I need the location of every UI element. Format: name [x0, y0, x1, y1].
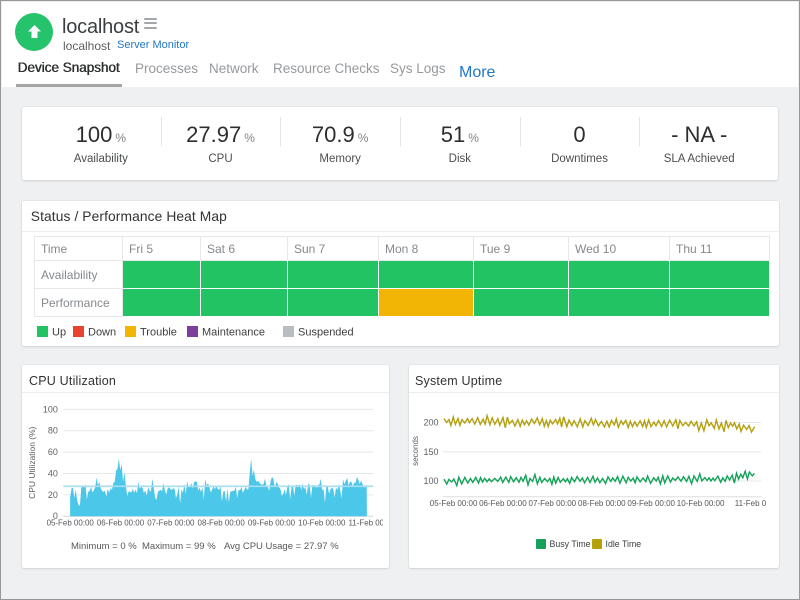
svg-text:05-Feb 00:00: 05-Feb 00:00	[430, 499, 478, 508]
svg-text:08-Feb 00:00: 08-Feb 00:00	[578, 499, 626, 508]
svg-text:11-Feb 00:00: 11-Feb 00:00	[348, 519, 383, 528]
svg-text:08-Feb 00:00: 08-Feb 00:00	[198, 519, 246, 528]
svg-text:100: 100	[423, 476, 438, 486]
svg-text:seconds: seconds	[411, 436, 420, 466]
svg-text:07-Feb 00:00: 07-Feb 00:00	[529, 499, 577, 508]
svg-text:06-Feb 00:00: 06-Feb 00:00	[97, 519, 145, 528]
svg-text:09-Feb 00:00: 09-Feb 00:00	[248, 519, 296, 528]
svg-text:40: 40	[48, 468, 58, 478]
svg-text:09-Feb 00:00: 09-Feb 00:00	[627, 499, 675, 508]
svg-text:10-Feb 00:00: 10-Feb 00:00	[677, 499, 725, 508]
svg-text:05-Feb 00:00: 05-Feb 00:00	[47, 519, 95, 528]
svg-text:100: 100	[43, 404, 58, 414]
svg-text:60: 60	[48, 447, 58, 457]
svg-text:10-Feb 00:00: 10-Feb 00:00	[298, 519, 346, 528]
svg-text:20: 20	[48, 490, 58, 500]
svg-text:80: 80	[48, 426, 58, 436]
svg-text:11-Feb 0: 11-Feb 0	[735, 499, 767, 508]
svg-text:200: 200	[423, 418, 438, 428]
svg-text:07-Feb 00:00: 07-Feb 00:00	[147, 519, 195, 528]
svg-text:06-Feb 00:00: 06-Feb 00:00	[479, 499, 527, 508]
svg-text:150: 150	[423, 447, 438, 457]
svg-text:CPU Utilization (%): CPU Utilization (%)	[27, 426, 37, 498]
